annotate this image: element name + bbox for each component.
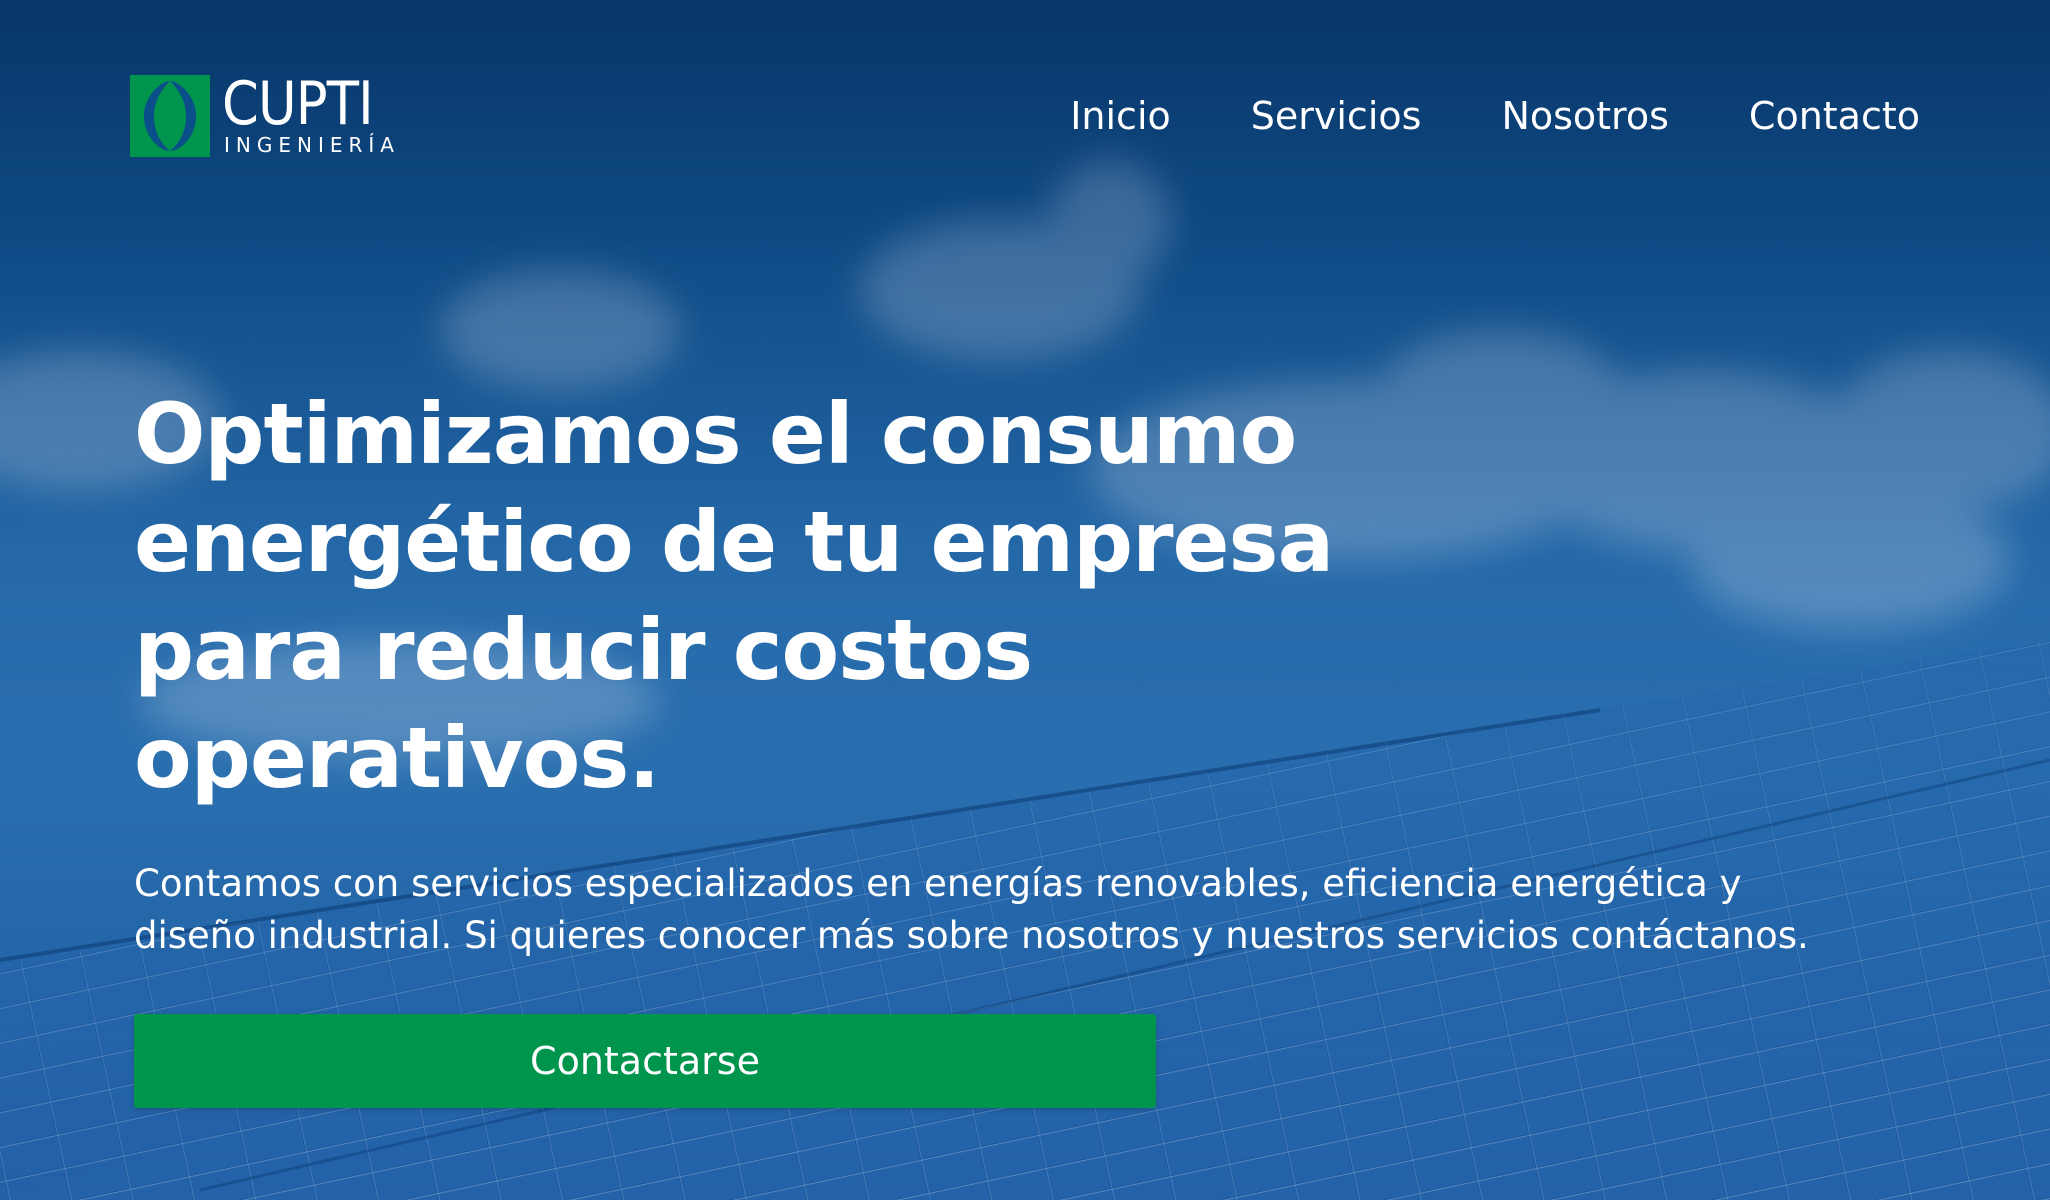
logo-link[interactable]: CUPTI INGENIERÍA [130, 69, 400, 157]
main-nav: Inicio Servicios Nosotros Contacto [990, 92, 1920, 140]
hero-content: Optimizamos el consumo energético de tu … [134, 380, 1934, 1108]
site-header: CUPTI INGENIERÍA Inicio Servicios Nosotr… [0, 0, 2050, 230]
brand-name: CUPTI [222, 69, 374, 139]
contact-button[interactable]: Contactarse [134, 1014, 1156, 1108]
nav-item-inicio[interactable]: Inicio [1070, 92, 1171, 140]
hero-description: Contamos con servicios especializados en… [134, 862, 1809, 957]
leaf-icon [130, 75, 210, 157]
logo-text: CUPTI INGENIERÍA [222, 69, 400, 157]
nav-item-nosotros[interactable]: Nosotros [1501, 92, 1668, 140]
hero-section: CUPTI INGENIERÍA Inicio Servicios Nosotr… [0, 0, 2050, 1200]
nav-item-contacto[interactable]: Contacto [1749, 92, 1920, 140]
hero-headline: Optimizamos el consumo energético de tu … [134, 385, 1334, 807]
nav-item-servicios[interactable]: Servicios [1251, 92, 1422, 140]
